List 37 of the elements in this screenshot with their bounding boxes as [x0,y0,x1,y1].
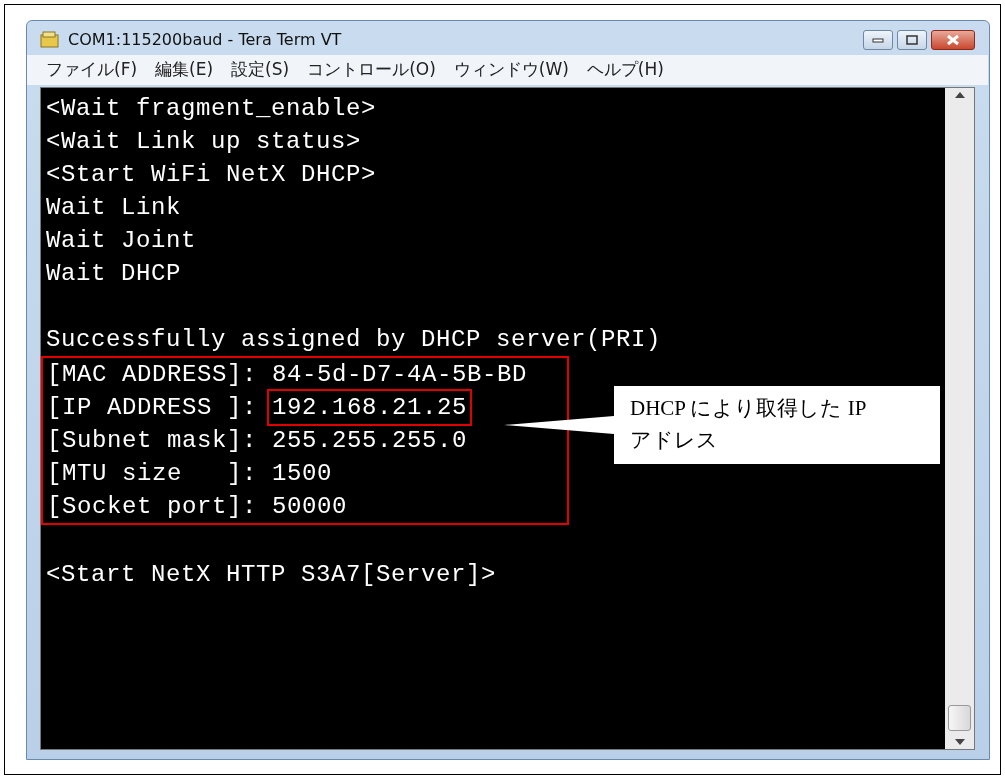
terminal-line: <Wait Link up status> [45,127,363,157]
menu-item[interactable]: 設定(S) [231,57,290,83]
terminal-line: Successfully assigned by DHCP server(PRI) [45,325,663,355]
terminal-label: [Socket port]: [47,492,258,522]
terminal-value: 50000 [271,492,349,522]
terminal-line: <Wait fragment_enable> [45,94,378,124]
minimize-icon [872,37,884,43]
terminal-line: <Start NetX HTTP S3A7[Server]> [45,560,498,590]
terminal-value: 255.255.255.0 [271,426,469,456]
scrollbar[interactable] [945,88,974,749]
callout-note: DHCP により取得した IP アドレス [614,386,940,464]
window-title: COM1:115200baud - Tera Term VT [68,29,342,51]
minimize-button[interactable] [863,30,893,50]
close-icon [946,34,960,46]
terminal-value: 84-5d-D7-4A-5B-BD [271,360,529,390]
terminal-line: Wait Link [45,193,183,223]
terminal-value: 1500 [271,459,334,489]
menu-item[interactable]: 編集(E) [155,57,214,83]
close-button[interactable] [931,30,975,50]
menu-item[interactable]: ウィンドウ(W) [453,57,569,83]
terminal-line: Wait Joint [45,226,198,256]
maximize-button[interactable] [897,30,927,50]
terminal-line: Wait DHCP [45,259,183,289]
maximize-icon [906,35,918,45]
app-icon [40,31,60,49]
terminal-label: [Subnet mask]: [47,426,258,456]
terminal-label: [MAC ADDRESS]: [47,360,258,390]
scroll-down-arrow-icon[interactable] [954,739,965,745]
menu-item[interactable]: ファイル(F) [46,57,138,83]
terminal-line: <Start WiFi NetX DHCP> [45,160,378,190]
scrollbar-thumb[interactable] [948,705,971,731]
highlighted-value: 192.168.21.25 [269,391,471,424]
terminal-label: [MTU size ]: [47,459,258,489]
menu-item[interactable]: ヘルプ(H) [586,57,664,83]
menu-item[interactable]: コントロール(O) [307,57,436,83]
scroll-up-arrow-icon[interactable] [954,92,965,98]
terminal-label: [IP ADDRESS ]: [47,393,258,423]
